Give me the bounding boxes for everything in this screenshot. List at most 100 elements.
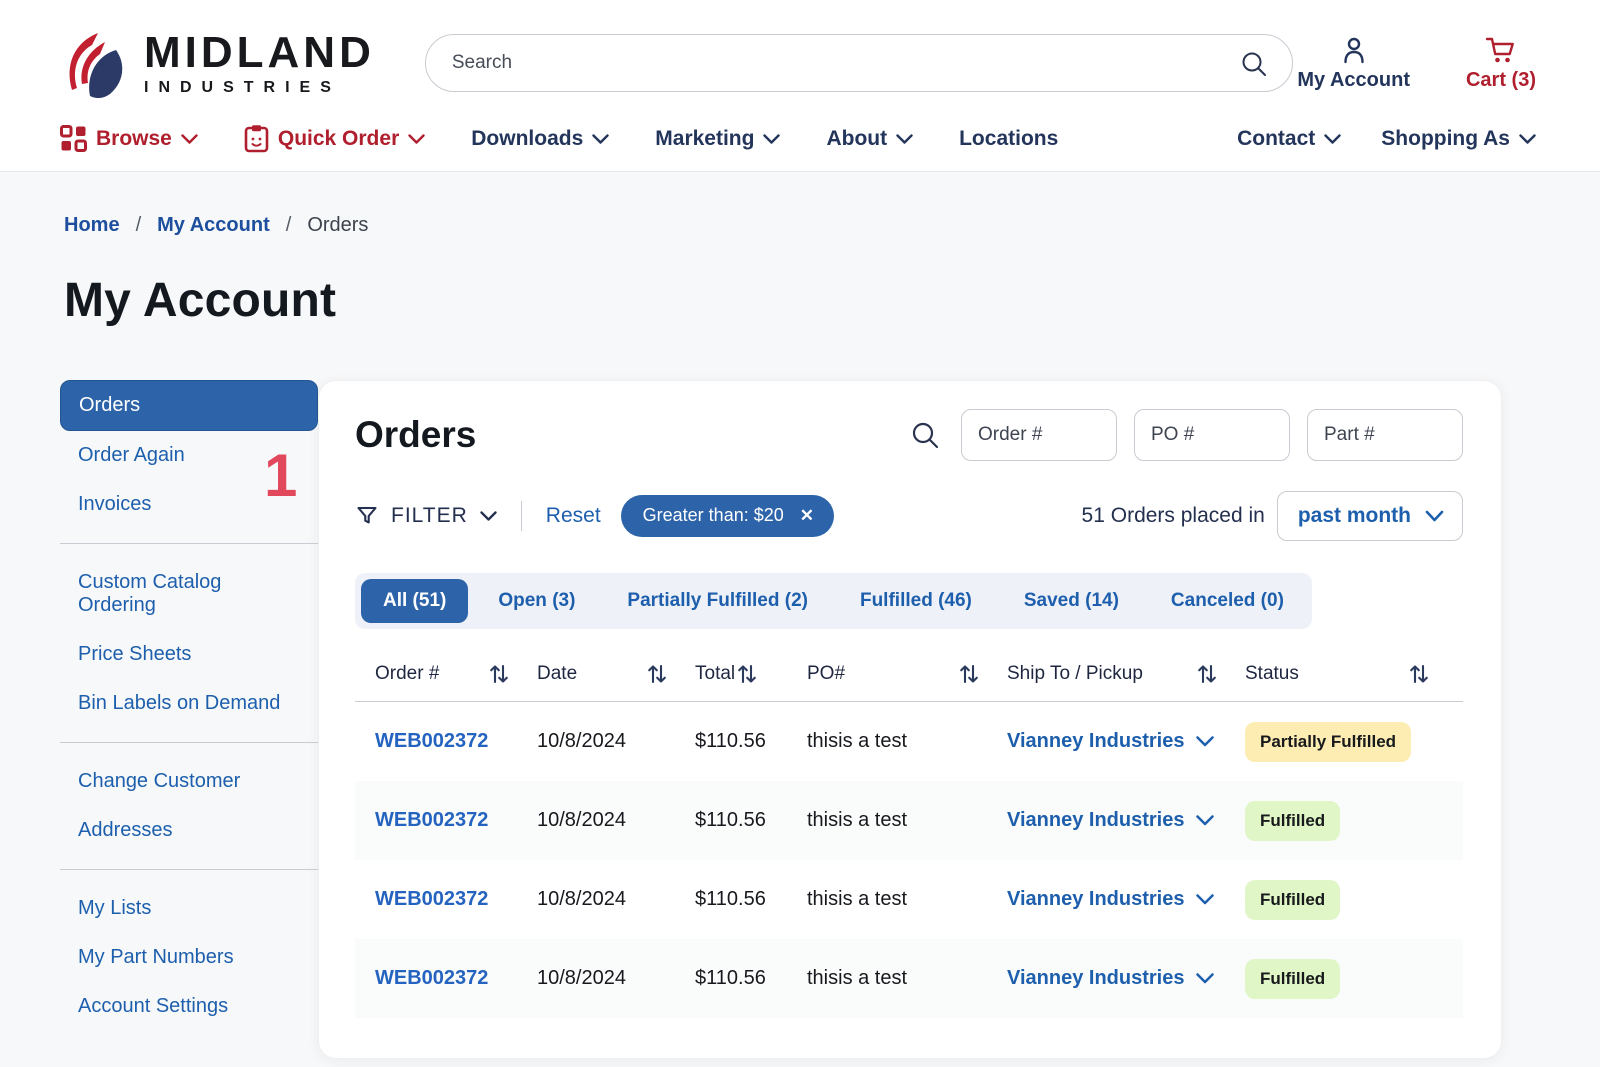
nav-item-contact[interactable]: Contact <box>1237 127 1341 151</box>
midland-logo[interactable]: MIDLAND INDUSTRIES <box>60 28 375 98</box>
search-icon[interactable] <box>1239 44 1279 84</box>
ship-to-dropdown[interactable]: Vianney Industries <box>1007 888 1245 911</box>
tab-canceled-0[interactable]: Canceled (0) <box>1149 579 1306 623</box>
account-person-icon <box>1339 35 1369 65</box>
ship-to-dropdown[interactable]: Vianney Industries <box>1007 967 1245 990</box>
nav-item-label: Contact <box>1237 126 1316 150</box>
breadcrumb-separator: / <box>135 214 142 236</box>
ship-to-dropdown[interactable]: Vianney Industries <box>1007 809 1245 832</box>
chevron-down-icon <box>480 510 497 522</box>
cart-button[interactable]: Cart (3) <box>1466 35 1536 92</box>
sidebar-item-price-sheets[interactable]: Price Sheets <box>60 630 318 679</box>
nav-item-label: Locations <box>959 126 1059 150</box>
nav-item-marketing[interactable]: Marketing <box>655 126 781 151</box>
order-number-link[interactable]: WEB002372 <box>375 809 537 832</box>
sort-icon[interactable] <box>1407 663 1431 685</box>
sort-icon[interactable] <box>645 663 669 685</box>
part-field[interactable] <box>1307 409 1463 461</box>
tab-open-3[interactable]: Open (3) <box>476 579 597 623</box>
sort-icon[interactable] <box>1195 663 1219 685</box>
column-header-label: Ship To / Pickup <box>1007 663 1143 684</box>
order-total: $110.56 <box>695 809 766 831</box>
order-date: 10/8/2024 <box>537 730 626 752</box>
nav-item-label: Marketing <box>655 126 755 150</box>
breadcrumb-my-account[interactable]: My Account <box>157 214 270 237</box>
order-number-link[interactable]: WEB002372 <box>375 730 537 753</box>
ship-to-dropdown[interactable]: Vianney Industries <box>1007 730 1245 753</box>
sidebar-group: My Lists My Part Numbers Account Settings <box>60 884 318 1045</box>
status-tabs: All (51) Open (3) Partially Fulfilled (2) F… <box>355 573 1312 629</box>
order-po: thisis a test <box>807 888 908 910</box>
clipboard-icon <box>244 124 269 153</box>
reset-filters-button[interactable]: Reset <box>546 504 601 528</box>
nav-item-quick-order[interactable]: Quick Order <box>244 124 425 153</box>
sidebar-item-orders[interactable]: Orders <box>60 380 318 431</box>
sort-icon[interactable] <box>957 663 981 685</box>
nav-item-downloads[interactable]: Downloads <box>471 127 609 151</box>
sidebar-item-account-settings[interactable]: Account Settings <box>60 982 318 1031</box>
search-input[interactable] <box>424 34 1293 92</box>
chevron-down-icon <box>1196 894 1215 905</box>
column-header-label: Status <box>1245 663 1299 684</box>
chevron-down-icon <box>763 134 781 145</box>
sidebar-item-change-customer[interactable]: Change Customer <box>60 757 318 806</box>
active-filter-chip[interactable]: Greater than: $20 ✕ <box>620 495 834 537</box>
column-header-total[interactable]: Total <box>695 663 807 685</box>
cart-label: Cart (3) <box>1465 68 1536 91</box>
order-date: 10/8/2024 <box>537 967 626 989</box>
nav-item-shopping-as[interactable]: Shopping As <box>1381 127 1536 151</box>
column-header-date[interactable]: Date <box>537 663 695 685</box>
order-total: $110.56 <box>695 888 766 910</box>
tab-fulfilled-46[interactable]: Fulfilled (46) <box>838 579 994 623</box>
filter-label: FILTER <box>391 504 468 527</box>
order-total: $110.56 <box>695 730 766 752</box>
my-account-button[interactable]: My Account <box>1297 35 1410 92</box>
tab-all-51[interactable]: All (51) <box>361 579 469 623</box>
column-header-po[interactable]: PO# <box>807 663 1007 685</box>
sidebar-item-custom-catalog-ordering[interactable]: Custom Catalog Ordering <box>60 558 318 630</box>
order-number-link[interactable]: WEB002372 <box>375 967 537 990</box>
divider <box>520 501 522 531</box>
orders-search-icon[interactable] <box>909 419 941 451</box>
column-header-label: PO# <box>807 663 846 684</box>
sidebar-item-my-lists[interactable]: My Lists <box>60 884 318 933</box>
column-header-status[interactable]: Status <box>1245 663 1457 685</box>
order-field[interactable] <box>961 409 1117 461</box>
breadcrumb-home[interactable]: Home <box>64 214 120 237</box>
ship-to-label: Vianney Industries <box>1007 967 1185 989</box>
column-header-order[interactable]: Order # <box>375 663 537 685</box>
filter-chip-label: Greater than: $20 <box>642 505 784 525</box>
po-field[interactable] <box>1134 409 1290 461</box>
tab-saved-14[interactable]: Saved (14) <box>1002 579 1141 623</box>
nav-item-locations[interactable]: Locations <box>959 127 1058 151</box>
chevron-down-icon <box>1324 134 1341 145</box>
table-header-row: Order # Date Total PO# Ship To / Pickup … <box>355 653 1463 702</box>
table-row: WEB002372 10/8/2024 $110.56 thisis a tes… <box>355 702 1463 781</box>
nav-item-about[interactable]: About <box>826 127 913 151</box>
column-header-ship-to-pickup[interactable]: Ship To / Pickup <box>1007 663 1245 685</box>
order-number-link[interactable]: WEB002372 <box>375 888 537 911</box>
table-row: WEB002372 10/8/2024 $110.56 thisis a tes… <box>355 939 1463 1018</box>
order-date: 10/8/2024 <box>537 809 626 831</box>
ship-to-label: Vianney Industries <box>1007 809 1185 831</box>
funnel-icon <box>355 504 379 528</box>
period-dropdown[interactable]: past month <box>1276 491 1463 541</box>
remove-filter-icon[interactable]: ✕ <box>800 506 814 526</box>
orders-panel: Orders FILTER Reset Greater t <box>318 380 1502 1059</box>
sidebar-item-bin-labels-on-demand[interactable]: Bin Labels on Demand <box>60 679 318 728</box>
tab-partially-fulfilled-2[interactable]: Partially Fulfilled (2) <box>605 579 830 623</box>
nav-item-browse[interactable]: Browse <box>60 125 198 152</box>
sort-icon[interactable] <box>487 663 511 685</box>
ship-to-label: Vianney Industries <box>1007 730 1185 752</box>
status-badge: Fulfilled <box>1245 800 1341 841</box>
nav-right-group: Contact Shopping As <box>1237 127 1536 151</box>
sort-icon[interactable] <box>735 663 759 685</box>
sidebar-item-my-part-numbers[interactable]: My Part Numbers <box>60 933 318 982</box>
nav-item-label: Browse <box>96 126 172 150</box>
orders-panel-title: Orders <box>355 414 477 455</box>
midland-logo-text: MIDLAND INDUSTRIES <box>144 30 375 96</box>
filter-button[interactable]: FILTER <box>355 504 497 528</box>
my-account-label: My Account <box>1297 68 1410 91</box>
sidebar-item-addresses[interactable]: Addresses <box>60 806 318 855</box>
chevron-down-icon <box>1519 134 1536 145</box>
